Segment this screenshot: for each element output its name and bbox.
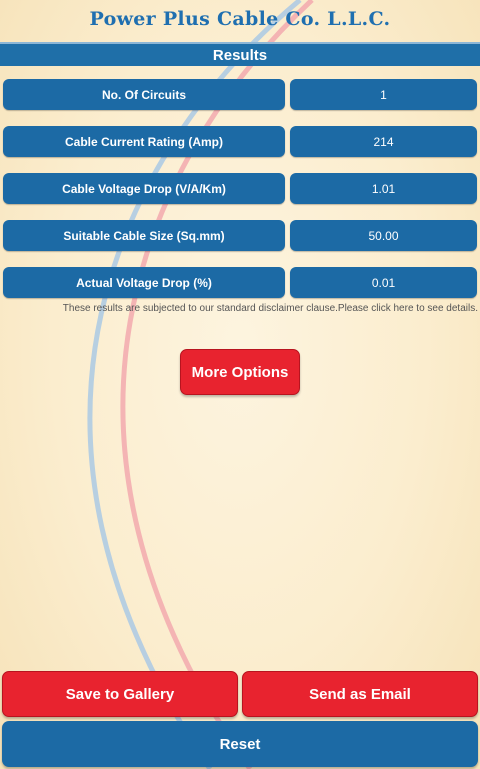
results-title: Results (212, 46, 268, 64)
result-label: Suitable Cable Size (Sq.mm) (3, 220, 285, 251)
result-label: Actual Voltage Drop (%) (3, 267, 285, 298)
results-header: Results (0, 42, 480, 66)
disclaimer-link[interactable]: These results are subjected to our stand… (0, 303, 478, 314)
more-options-button[interactable]: More Options (180, 349, 300, 395)
result-value: 1 (290, 79, 477, 110)
result-row-voltage-drop: Cable Voltage Drop (V/A/Km) 1.01 (3, 173, 477, 204)
result-row-current-rating: Cable Current Rating (Amp) 214 (3, 126, 477, 157)
result-value: 50.00 (290, 220, 477, 251)
result-row-actual-voltage-drop: Actual Voltage Drop (%) 0.01 (3, 267, 477, 298)
brand-title: Power Plus Cable Co. L.L.C. (89, 8, 391, 30)
result-row-circuits: No. Of Circuits 1 (3, 79, 477, 110)
reset-button[interactable]: Reset (2, 721, 478, 767)
result-value: 1.01 (290, 173, 477, 204)
result-row-cable-size: Suitable Cable Size (Sq.mm) 50.00 (3, 220, 477, 251)
save-to-gallery-button[interactable]: Save to Gallery (2, 671, 238, 717)
result-label: Cable Voltage Drop (V/A/Km) (3, 173, 285, 204)
send-as-email-button[interactable]: Send as Email (242, 671, 478, 717)
result-label: Cable Current Rating (Amp) (3, 126, 285, 157)
result-value: 0.01 (290, 267, 477, 298)
result-label: No. Of Circuits (3, 79, 285, 110)
result-value: 214 (290, 126, 477, 157)
